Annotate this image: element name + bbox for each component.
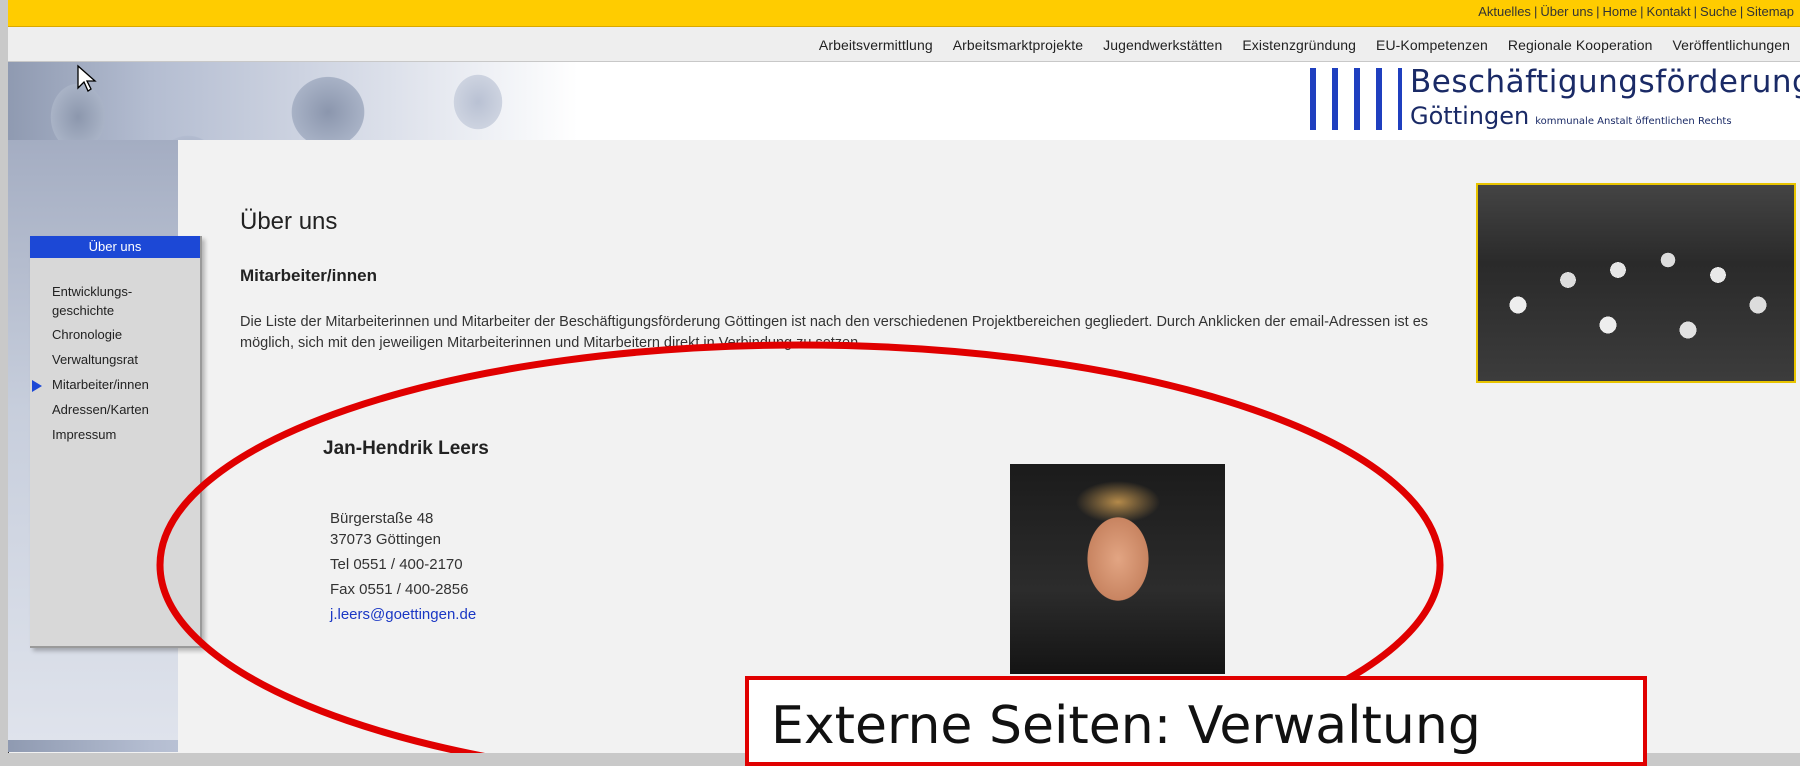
- mouse-cursor-icon: [77, 64, 97, 92]
- cursor-shape: [77, 64, 97, 92]
- callout-text: Externe Seiten: Verwaltung: [771, 696, 1481, 756]
- annotation-ellipse: [156, 341, 1444, 753]
